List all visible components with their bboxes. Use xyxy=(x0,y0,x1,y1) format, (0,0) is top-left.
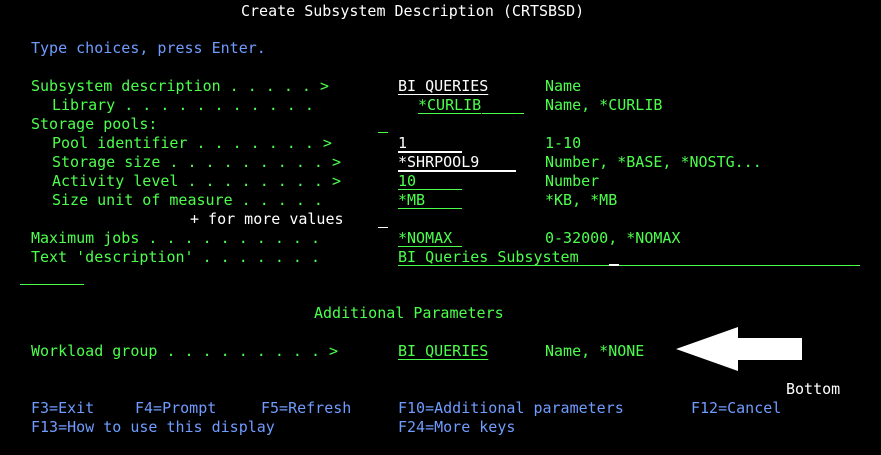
activity-level-label: Activity level . . . . . . . . > xyxy=(52,172,341,190)
left-arrow-icon xyxy=(676,327,802,371)
workload-group-field[interactable]: BI_QUERIES xyxy=(398,342,488,361)
f13-help-key[interactable]: F13=How to use this display xyxy=(31,418,275,437)
text-description-underline xyxy=(398,265,860,266)
storage-pools-entry[interactable] xyxy=(378,132,388,133)
more-values-label: + for more values xyxy=(190,210,344,228)
activity-level-hint: Number xyxy=(545,172,600,190)
more-values-entry[interactable] xyxy=(378,227,388,228)
subsystem-description-field[interactable]: BI_QUERIES xyxy=(398,77,488,96)
text-description-label: Text 'description' . . . . . . . xyxy=(31,248,320,266)
size-unit-underline xyxy=(398,208,462,209)
f24-more-keys-key[interactable]: F24=More keys xyxy=(398,418,515,437)
text-description-continuation xyxy=(20,284,84,285)
workload-group-label: Workload group . . . . . . . . . > xyxy=(31,342,339,360)
pool-identifier-label: Pool identifier . . . . . . . > xyxy=(52,134,332,152)
page-title: Create Subsystem Description (CRTSBSD) xyxy=(241,2,585,20)
subsystem-description-label: Subsystem description . . . . . > xyxy=(31,77,330,95)
text-cursor xyxy=(609,264,619,266)
storage-pools-label: Storage pools: xyxy=(31,115,158,133)
pool-identifier-hint: 1-10 xyxy=(545,134,582,152)
activity-level-underline xyxy=(398,189,462,190)
bottom-indicator: Bottom xyxy=(786,380,841,398)
library-field[interactable]: *CURLIB xyxy=(418,96,481,115)
size-unit-label: Size unit of measure . . . . . xyxy=(52,191,323,209)
library-label: Library . . . . . . . . . . . xyxy=(52,96,314,114)
f5-refresh-key[interactable]: F5=Refresh xyxy=(261,399,351,418)
subsystem-description-hint: Name xyxy=(545,77,582,95)
library-field-underline xyxy=(482,113,524,114)
workload-group-hint: Name, *NONE xyxy=(545,342,645,360)
storage-size-hint: Number, *BASE, *NOSTG... xyxy=(545,153,762,171)
size-unit-hint: *KB, *MB xyxy=(545,191,618,209)
maximum-jobs-label: Maximum jobs . . . . . . . . . . xyxy=(31,229,320,247)
f10-additional-parameters-key[interactable]: F10=Additional parameters xyxy=(398,399,624,418)
additional-parameters-header: Additional Parameters xyxy=(314,304,504,322)
storage-size-label: Storage size . . . . . . . . . > xyxy=(52,153,341,171)
f12-cancel-key[interactable]: F12=Cancel xyxy=(691,399,781,418)
instruction-text: Type choices, press Enter. xyxy=(31,39,266,57)
f4-prompt-key[interactable]: F4=Prompt xyxy=(135,399,216,418)
library-hint: Name, *CURLIB xyxy=(545,96,663,114)
maximum-jobs-hint: 0-32000, *NOMAX xyxy=(545,229,681,247)
f3-exit-key[interactable]: F3=Exit xyxy=(31,399,94,418)
maximum-jobs-underline xyxy=(398,246,462,247)
